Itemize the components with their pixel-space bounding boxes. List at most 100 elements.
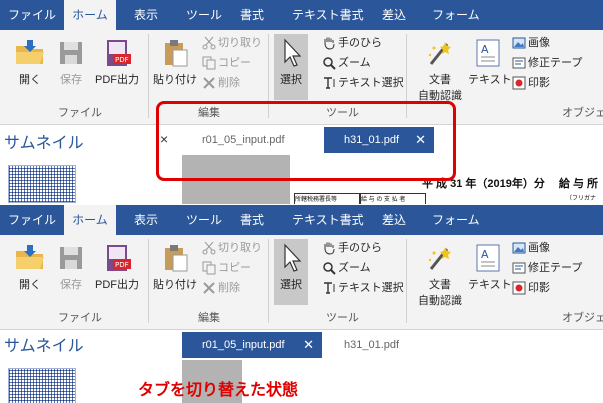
delete-x-icon xyxy=(203,77,215,89)
correction-tape-icon xyxy=(512,57,526,69)
folder-open-icon xyxy=(16,40,44,64)
copy-icon xyxy=(202,56,216,70)
hand-tool-button[interactable]: 手のひら xyxy=(322,239,382,257)
menu-file[interactable]: ファイル xyxy=(8,205,56,235)
svg-text:A: A xyxy=(481,43,489,56)
auto-recognize-button[interactable]: 文書 自動認識 xyxy=(414,243,466,308)
copy-icon xyxy=(202,261,216,275)
clipboard-icon xyxy=(165,245,188,272)
image-button[interactable]: 画像 xyxy=(512,34,550,52)
text-cursor-icon xyxy=(324,77,335,89)
fix-tape-button[interactable]: 修正テープ xyxy=(512,54,582,72)
menu-text-format[interactable]: テキスト書式 xyxy=(292,0,364,30)
tab-h31-01[interactable]: h31_01.pdf xyxy=(324,332,434,358)
text-select-button[interactable]: テキスト選択 xyxy=(322,279,404,297)
fix-tape-button[interactable]: 修正テープ xyxy=(512,259,582,277)
open-button[interactable]: 開く xyxy=(10,38,50,87)
auto-recognize-button[interactable]: 文書 自動認識 xyxy=(414,38,466,103)
text-box-button[interactable]: A テキスト xyxy=(468,243,512,292)
text-document-icon: A xyxy=(476,244,500,272)
tab-close-icon[interactable]: ✕ xyxy=(303,332,314,358)
menu-form[interactable]: フォーム xyxy=(432,205,480,235)
correction-tape-icon xyxy=(512,262,526,274)
pdf-output-button[interactable]: PDF PDF出力 xyxy=(92,38,142,87)
object-group-label: オブジェ xyxy=(562,312,603,324)
copy-button[interactable]: コピー xyxy=(202,259,251,277)
seal-stamp-icon xyxy=(512,281,526,295)
document-area-top: サムネイル × r01_05_input.pdf h31_01.pdf ✕ 平 … xyxy=(0,101,603,204)
menu-bar: ファイル ホーム 表示 ツール 書式 テキスト書式 差込 フォーム xyxy=(0,0,603,30)
sidebar-title: サムネイル xyxy=(4,338,84,355)
magic-wand-icon xyxy=(428,42,451,65)
delete-button[interactable]: 削除 xyxy=(202,279,240,297)
image-button[interactable]: 画像 xyxy=(512,239,550,257)
delete-x-icon xyxy=(203,282,215,294)
page-thumbnail[interactable] xyxy=(8,368,76,403)
menu-form[interactable]: フォーム xyxy=(432,0,480,30)
magic-wand-icon xyxy=(428,247,451,270)
stamp-button[interactable]: 印影 xyxy=(512,279,550,297)
pdf-export-icon: PDF xyxy=(107,245,131,271)
pdf-output-button[interactable]: PDF PDF出力 xyxy=(92,243,142,292)
menu-home[interactable]: ホーム xyxy=(64,0,116,30)
text-select-button[interactable]: テキスト選択 xyxy=(322,74,404,92)
save-button[interactable]: 保存 xyxy=(54,243,88,292)
text-document-icon: A xyxy=(476,39,500,67)
file-group-label: ファイル xyxy=(58,312,102,324)
svg-text:PDF: PDF xyxy=(115,56,129,64)
folder-open-icon xyxy=(16,245,44,269)
file-group-label: ファイル xyxy=(58,107,102,119)
zoom-tool-button[interactable]: ズーム xyxy=(322,54,371,72)
text-box-button[interactable]: A テキスト xyxy=(468,38,512,87)
paste-button[interactable]: 貼り付け xyxy=(152,243,198,292)
menu-view[interactable]: 表示 xyxy=(134,0,158,30)
menu-view[interactable]: 表示 xyxy=(134,205,158,235)
menu-home[interactable]: ホーム xyxy=(64,205,116,235)
menu-tools[interactable]: ツール xyxy=(186,205,222,235)
menu-bar: ファイル ホーム 表示 ツール 書式 テキスト書式 差込 フォーム xyxy=(0,205,603,235)
scissors-icon xyxy=(202,241,216,255)
bottom-panel: ファイル ホーム 表示 ツール 書式 テキスト書式 差込 フォーム 開く 保存 … xyxy=(0,205,603,403)
open-button[interactable]: 開く xyxy=(10,243,50,292)
cursor-arrow-icon xyxy=(284,38,302,67)
seal-stamp-icon xyxy=(512,76,526,90)
form-small-label: （フリガナ xyxy=(566,196,597,202)
menu-text-format[interactable]: テキスト書式 xyxy=(292,205,364,235)
floppy-disk-icon xyxy=(60,42,82,64)
group-separator xyxy=(268,239,269,323)
edit-group-label: 編集 xyxy=(198,312,220,324)
group-separator xyxy=(148,239,149,323)
cut-button[interactable]: 切り取り xyxy=(202,34,262,52)
menu-format[interactable]: 書式 xyxy=(240,0,264,30)
group-separator xyxy=(406,239,407,323)
tab-highlight-rectangle xyxy=(156,101,456,181)
document-area-bottom: サムネイル r01_05_input.pdf ✕ h31_01.pdf タブを切… xyxy=(0,330,603,403)
menu-tools[interactable]: ツール xyxy=(186,0,222,30)
select-tool-button[interactable]: 選択 xyxy=(274,243,308,292)
clipboard-icon xyxy=(165,40,188,67)
group-separator xyxy=(148,34,149,118)
hand-tool-button[interactable]: 手のひら xyxy=(322,34,382,52)
svg-text:A: A xyxy=(481,248,489,261)
menu-format[interactable]: 書式 xyxy=(240,205,264,235)
cut-button[interactable]: 切り取り xyxy=(202,239,262,257)
copy-button[interactable]: コピー xyxy=(202,54,251,72)
delete-button[interactable]: 削除 xyxy=(202,74,240,92)
cursor-arrow-icon xyxy=(284,243,302,272)
paste-button[interactable]: 貼り付け xyxy=(152,38,198,87)
menu-file[interactable]: ファイル xyxy=(8,0,56,30)
stamp-button[interactable]: 印影 xyxy=(512,74,550,92)
menu-merge[interactable]: 差込 xyxy=(382,0,406,30)
sidebar-title: サムネイル xyxy=(4,135,84,152)
save-button[interactable]: 保存 xyxy=(54,38,88,87)
page-thumbnail[interactable] xyxy=(8,165,76,203)
svg-text:PDF: PDF xyxy=(115,261,129,269)
select-tool-button[interactable]: 選択 xyxy=(274,38,308,87)
magnifier-icon xyxy=(323,262,336,275)
image-icon xyxy=(512,242,526,254)
zoom-tool-button[interactable]: ズーム xyxy=(322,259,371,277)
menu-merge[interactable]: 差込 xyxy=(382,205,406,235)
tab-r01-05-input[interactable]: r01_05_input.pdf ✕ xyxy=(182,332,322,358)
image-icon xyxy=(512,37,526,49)
form-small-label: 給 与 の 支 払 者 xyxy=(360,193,426,204)
